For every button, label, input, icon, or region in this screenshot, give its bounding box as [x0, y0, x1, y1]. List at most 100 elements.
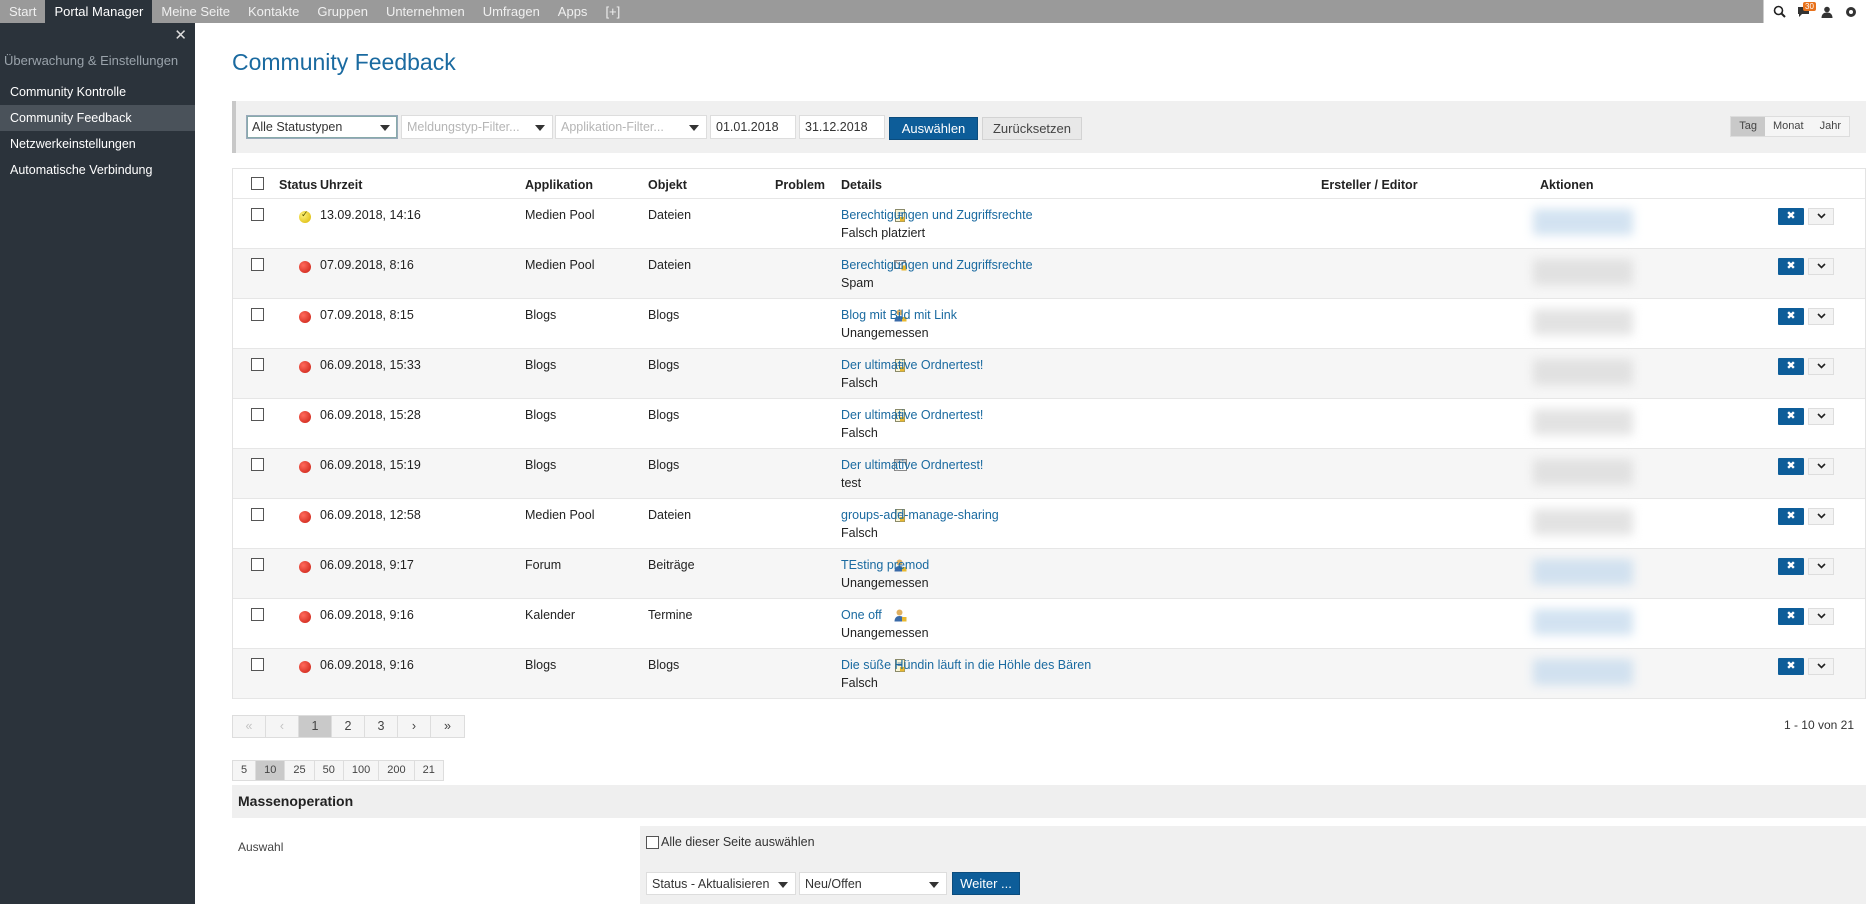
row-checkbox[interactable]	[251, 558, 264, 571]
row-checkbox[interactable]	[251, 408, 264, 421]
page-size-21[interactable]: 21	[414, 761, 443, 780]
pager-last[interactable]: »	[431, 716, 464, 737]
row-checkbox[interactable]	[251, 458, 264, 471]
page-size-50[interactable]: 50	[314, 761, 344, 780]
row-details-link[interactable]: groups-add-manage-sharing	[841, 508, 999, 522]
next-button[interactable]: Weiter ...	[952, 872, 1020, 895]
delete-button[interactable]: ✖	[1778, 408, 1804, 425]
pager-page-3[interactable]: 3	[365, 716, 398, 737]
granularity-monat[interactable]: Monat	[1765, 117, 1812, 136]
page-size-100[interactable]: 100	[343, 761, 380, 780]
sidebar-item-automatische-verbindung[interactable]: Automatische Verbindung	[0, 157, 195, 183]
col-problem[interactable]: Problem	[775, 178, 825, 192]
pager-next[interactable]: ›	[398, 716, 431, 737]
row-author-avatar[interactable]	[1533, 209, 1633, 235]
row-checkbox[interactable]	[251, 258, 264, 271]
actions-dropdown-button[interactable]	[1808, 408, 1834, 425]
sidebar-item-community-feedback[interactable]: Community Feedback	[0, 105, 195, 131]
nav-item-[interactable]: [+]	[596, 0, 629, 23]
page-size-25[interactable]: 25	[285, 761, 315, 780]
col-time[interactable]: Uhrzeit	[320, 178, 362, 192]
row-author-avatar[interactable]	[1533, 259, 1633, 285]
select-all-page-checkbox[interactable]	[646, 835, 659, 849]
nav-item-portal-manager[interactable]: Portal Manager	[45, 0, 153, 23]
delete-button[interactable]: ✖	[1778, 208, 1804, 225]
status-filter-select[interactable]: Alle Statustypen	[246, 115, 398, 139]
row-author-avatar[interactable]	[1533, 459, 1633, 485]
actions-dropdown-button[interactable]	[1808, 658, 1834, 675]
search-icon[interactable]	[1772, 5, 1786, 19]
col-application[interactable]: Applikation	[525, 178, 593, 192]
nav-item-apps[interactable]: Apps	[549, 0, 597, 23]
granularity-tag[interactable]: Tag	[1731, 117, 1766, 136]
delete-button[interactable]: ✖	[1778, 458, 1804, 475]
status-value-select[interactable]: Neu/Offen	[799, 872, 947, 895]
nav-item-meine-seite[interactable]: Meine Seite	[152, 0, 239, 23]
delete-button[interactable]: ✖	[1778, 658, 1804, 675]
row-checkbox[interactable]	[251, 358, 264, 371]
select-all-page[interactable]: Alle dieser Seite auswählen	[646, 835, 815, 849]
granularity-jahr[interactable]: Jahr	[1812, 117, 1849, 136]
page-size-10[interactable]: 10	[256, 761, 286, 780]
sidebar-item-community-kontrolle[interactable]: Community Kontrolle	[0, 79, 195, 105]
operation-select[interactable]: Status - Aktualisieren	[646, 872, 796, 895]
row-author-avatar[interactable]	[1533, 359, 1633, 385]
date-from-input[interactable]: 01.01.2018	[710, 115, 796, 139]
row-author-avatar[interactable]	[1533, 559, 1633, 585]
delete-button[interactable]: ✖	[1778, 558, 1804, 575]
app-filter-select[interactable]: Applikation-Filter...	[555, 115, 707, 139]
pager-page-2[interactable]: 2	[332, 716, 365, 737]
row-details-link[interactable]: Der ultimative Ordnertest!	[841, 458, 983, 472]
page-size-200[interactable]: 200	[379, 761, 415, 780]
actions-dropdown-button[interactable]	[1808, 358, 1834, 375]
row-details-link[interactable]: Der ultimative Ordnertest!	[841, 358, 983, 372]
nav-item-umfragen[interactable]: Umfragen	[474, 0, 549, 23]
user-icon[interactable]	[1820, 5, 1834, 19]
delete-button[interactable]: ✖	[1778, 258, 1804, 275]
actions-dropdown-button[interactable]	[1808, 308, 1834, 325]
row-author-avatar[interactable]	[1533, 609, 1633, 635]
row-author-avatar[interactable]	[1533, 309, 1633, 335]
type-filter-select[interactable]: Meldungstyp-Filter...	[401, 115, 553, 139]
nav-item-start[interactable]: Start	[0, 0, 45, 23]
reset-button[interactable]: Zurücksetzen	[982, 117, 1082, 140]
nav-item-unternehmen[interactable]: Unternehmen	[377, 0, 474, 23]
notifications-icon[interactable]: 30	[1796, 1, 1816, 19]
page-size-5[interactable]: 5	[233, 761, 257, 780]
sidebar-item-netzwerkeinstellungen[interactable]: Netzwerkeinstellungen	[0, 131, 195, 157]
row-details-link[interactable]: Die süße Hündin läuft in die Höhle des B…	[841, 658, 1091, 672]
row-author-avatar[interactable]	[1533, 409, 1633, 435]
row-details-link[interactable]: One off	[841, 608, 882, 622]
row-details-link[interactable]: Der ultimative Ordnertest!	[841, 408, 983, 422]
actions-dropdown-button[interactable]	[1808, 608, 1834, 625]
settings-icon[interactable]	[1844, 5, 1858, 19]
delete-button[interactable]: ✖	[1778, 358, 1804, 375]
actions-dropdown-button[interactable]	[1808, 458, 1834, 475]
pager-page-1[interactable]: 1	[299, 716, 332, 737]
row-details-link[interactable]: TEsting premod	[841, 558, 929, 572]
date-to-input[interactable]: 31.12.2018	[799, 115, 885, 139]
select-all-checkbox[interactable]	[251, 177, 264, 190]
row-author-avatar[interactable]	[1533, 659, 1633, 685]
delete-button[interactable]: ✖	[1778, 508, 1804, 525]
row-checkbox[interactable]	[251, 508, 264, 521]
delete-button[interactable]: ✖	[1778, 308, 1804, 325]
row-details-link[interactable]: Berechtigungen und Zugriffsrechte	[841, 258, 1033, 272]
actions-dropdown-button[interactable]	[1808, 258, 1834, 275]
actions-dropdown-button[interactable]	[1808, 508, 1834, 525]
col-author[interactable]: Ersteller / Editor	[1321, 178, 1418, 192]
delete-button[interactable]: ✖	[1778, 608, 1804, 625]
row-checkbox[interactable]	[251, 608, 264, 621]
col-object[interactable]: Objekt	[648, 178, 687, 192]
actions-dropdown-button[interactable]	[1808, 208, 1834, 225]
row-checkbox[interactable]	[251, 308, 264, 321]
col-details[interactable]: Details	[841, 178, 882, 192]
nav-item-kontakte[interactable]: Kontakte	[239, 0, 308, 23]
row-checkbox[interactable]	[251, 658, 264, 671]
row-author-avatar[interactable]	[1533, 509, 1633, 535]
close-sidebar-icon[interactable]: ✕	[174, 26, 187, 44]
row-checkbox[interactable]	[251, 208, 264, 221]
row-details-link[interactable]: Blog mit Bild mit Link	[841, 308, 957, 322]
select-button[interactable]: Auswählen	[889, 117, 978, 140]
actions-dropdown-button[interactable]	[1808, 558, 1834, 575]
